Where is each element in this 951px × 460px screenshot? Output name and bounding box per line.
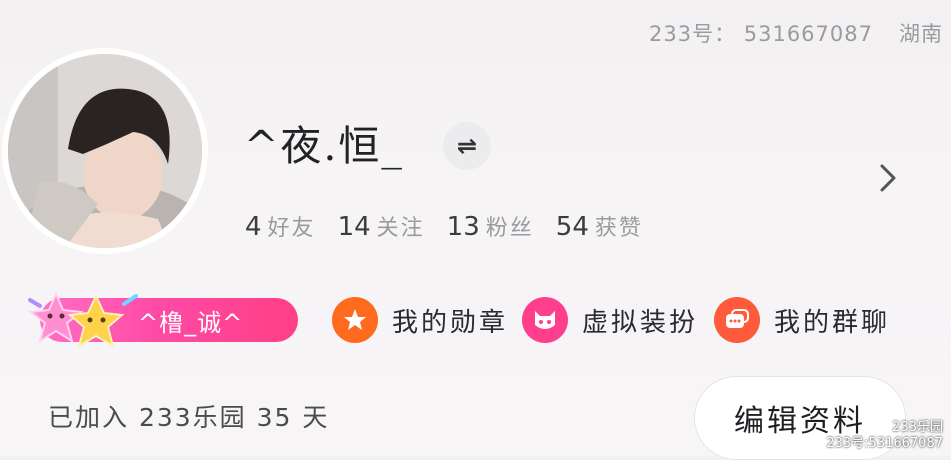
stat-label: 粉丝 bbox=[485, 216, 534, 241]
stat-likes[interactable]: 54 获赞 bbox=[556, 210, 643, 242]
stat-label: 关注 bbox=[376, 216, 425, 241]
chevron-right-icon bbox=[880, 164, 896, 192]
nameplate-text: ^橹_诚^ bbox=[138, 308, 244, 337]
feature-my-group-chats[interactable]: 我的群聊 bbox=[714, 297, 890, 343]
feature-label: 我的群聊 bbox=[774, 307, 891, 338]
top-info-bar: 233号： 531667087 湖南 bbox=[649, 18, 943, 48]
username: ^夜.恒_ bbox=[244, 122, 404, 170]
stat-count: 14 bbox=[337, 212, 371, 242]
stat-label: 获赞 bbox=[594, 216, 643, 241]
stat-count: 4 bbox=[245, 212, 262, 242]
feature-virtual-outfit[interactable]: 虚拟装扮 bbox=[522, 297, 698, 343]
stat-followers[interactable]: 13 粉丝 bbox=[447, 210, 534, 242]
region-label: 湖南 bbox=[899, 22, 943, 46]
watermark: 233乐园 233号:531667087 bbox=[826, 420, 943, 452]
avatar[interactable] bbox=[2, 48, 208, 254]
joined-days-text: 已加入 233乐园 35 天 bbox=[48, 403, 330, 432]
account-id: 233号： 531667087 bbox=[648, 22, 873, 46]
cat-face-icon bbox=[522, 297, 568, 343]
avatar-photo bbox=[8, 54, 202, 248]
profile-detail-chevron[interactable] bbox=[872, 158, 904, 198]
avatar-portrait-icon bbox=[8, 54, 202, 248]
stat-count: 13 bbox=[446, 212, 480, 242]
stat-friends[interactable]: 4 好友 bbox=[245, 210, 316, 242]
stat-label: 好友 bbox=[267, 216, 316, 241]
stat-count: 54 bbox=[555, 212, 589, 242]
watermark-line: 233号:531667087 bbox=[826, 436, 943, 451]
stats-row: 4 好友 14 关注 13 粉丝 54 获赞 bbox=[245, 210, 643, 242]
star-badge-icon bbox=[332, 297, 378, 343]
switch-account-button[interactable]: ⇌ bbox=[443, 122, 491, 170]
watermark-line: 233乐园 bbox=[892, 420, 943, 435]
feature-my-medals[interactable]: 我的勋章 bbox=[332, 297, 508, 343]
stars-decoration-icon bbox=[28, 291, 138, 349]
chat-bubbles-icon bbox=[714, 297, 760, 343]
stat-following[interactable]: 14 关注 bbox=[338, 210, 425, 242]
feature-label: 我的勋章 bbox=[392, 307, 509, 338]
feature-label: 虚拟装扮 bbox=[582, 307, 699, 338]
swap-arrows-icon: ⇌ bbox=[456, 132, 478, 160]
